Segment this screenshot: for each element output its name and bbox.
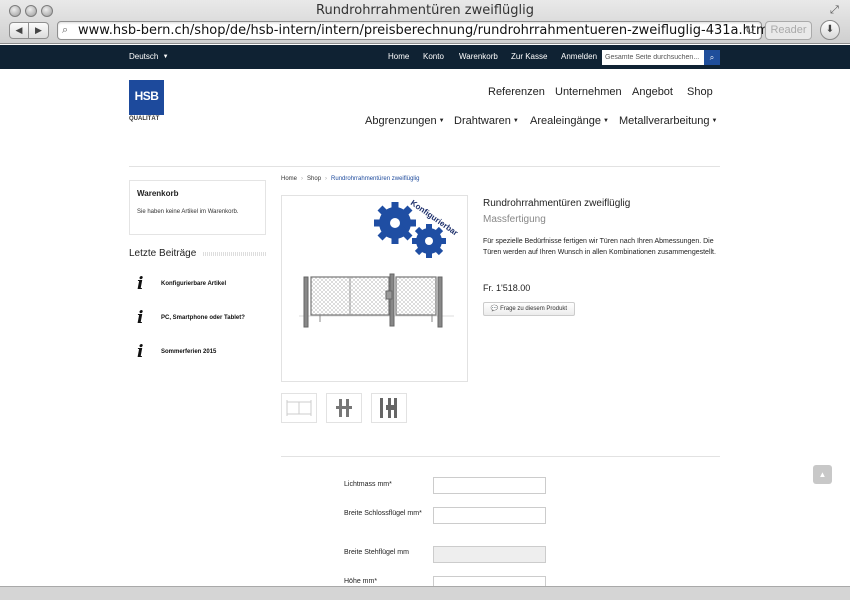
product-price: Fr. 1'518.00: [483, 283, 531, 293]
post-title[interactable]: Sommerferien 2015: [161, 349, 216, 355]
subnav-abgrenzungen[interactable]: Abgrenzungen ▼: [365, 115, 445, 127]
field-label-lichtmass: Lichtmass mm*: [344, 481, 392, 488]
gate-illustration: Konfigurierbar: [299, 198, 460, 328]
caret-down-icon: ▼: [711, 118, 718, 125]
subnav-arealeingaenge[interactable]: Arealeingänge ▼: [530, 115, 609, 127]
post-item[interactable]: i Sommerferien 2015: [129, 342, 266, 362]
post-item[interactable]: i Konfigurierbare Artikel: [129, 274, 266, 294]
site-search-button[interactable]: ⌕: [704, 50, 720, 65]
product-thumbnail[interactable]: [371, 393, 407, 423]
header-divider: [129, 166, 720, 167]
breadcrumb-home[interactable]: Home: [281, 176, 297, 182]
breadcrumb-shop[interactable]: Shop: [307, 176, 321, 182]
subnav-drahtwaren[interactable]: Drahtwaren ▼: [454, 115, 519, 127]
info-icon: i: [137, 308, 144, 328]
mainnav-references[interactable]: Referenzen: [488, 86, 545, 98]
post-title[interactable]: Konfigurierbare Artikel: [161, 281, 226, 287]
site-top-bar: Deutsch ▼ Home Konto Warenkorb Zur Kasse…: [0, 45, 850, 69]
scroll-to-top-button[interactable]: ▲: [813, 465, 832, 484]
field-label-schlossfluegel: Breite Schlossflügel mm*: [344, 510, 422, 517]
schlossfluegel-width-input[interactable]: [433, 507, 546, 524]
gear-icon: [374, 202, 416, 244]
topnav-login[interactable]: Anmelden: [561, 52, 597, 61]
subnav-label: Metallverarbeitung: [619, 115, 710, 127]
hsb-logo[interactable]: HSB: [129, 80, 164, 115]
subnav-label: Drahtwaren: [454, 115, 511, 127]
mainnav-shop[interactable]: Shop: [687, 86, 713, 98]
chevron-left-icon: ◀: [15, 25, 23, 35]
search-icon: ⌕: [709, 53, 715, 62]
back-button[interactable]: ◀: [9, 22, 29, 39]
breadcrumb-separator: ›: [325, 176, 328, 182]
window-title: Rundrohrrahmentüren zweiflüglig: [316, 3, 534, 18]
field-label-stehfluegel: Breite Stehflügel mm: [344, 549, 409, 556]
comment-icon: 💬: [490, 306, 499, 312]
cart-title: Warenkorb: [137, 189, 179, 198]
topnav-home[interactable]: Home: [388, 52, 409, 61]
info-icon: i: [137, 342, 144, 362]
breadcrumb: Home › Shop › Rundrohrrahmentüren zweiflügli…: [281, 176, 419, 182]
reader-button[interactable]: Reader: [765, 21, 812, 40]
logo-subtext: QUALITÄT: [129, 116, 160, 122]
logo-text: HSB: [134, 89, 159, 103]
chevron-right-icon: ▶: [35, 25, 42, 35]
subnav-label: Arealeingänge: [530, 115, 601, 127]
post-title[interactable]: PC, Smartphone oder Tablet?: [161, 315, 245, 321]
topnav-account[interactable]: Konto: [423, 52, 444, 61]
mainnav-company[interactable]: Unternehmen: [555, 86, 622, 98]
site-search-input[interactable]: [602, 50, 704, 65]
gate-outline-thumb: [286, 400, 312, 416]
product-title: Rundrohrrahmentüren zweiflüglig: [483, 198, 631, 209]
topnav-checkout[interactable]: Zur Kasse: [511, 52, 547, 61]
stehfluegel-width-input: [433, 546, 546, 563]
info-icon: i: [137, 274, 144, 294]
subnav-metallverarbeitung[interactable]: Metallverarbeitung ▼: [619, 115, 717, 127]
ask-question-button[interactable]: 💬 Frage zu diesem Produkt: [483, 302, 575, 316]
product-main-image[interactable]: Konfigurierbar: [281, 195, 468, 382]
recent-posts-divider: [203, 252, 266, 256]
product-subtitle: Massfertigung: [483, 214, 546, 225]
product-description: Für spezielle Bedürfnisse fertigen wir T…: [483, 238, 716, 256]
post-item[interactable]: i PC, Smartphone oder Tablet?: [129, 308, 266, 328]
browser-toolbar: Rundrohrrahmentüren zweiflüglig ⤢ ◀ ▶ ⌕ …: [0, 0, 850, 44]
browser-window: Rundrohrrahmentüren zweiflüglig ⤢ ◀ ▶ ⌕ …: [0, 0, 850, 600]
search-icon: ⌕: [62, 24, 69, 36]
forward-button[interactable]: ▶: [29, 22, 49, 39]
ask-question-label: Frage zu diesem Produkt: [500, 306, 568, 312]
reload-icon[interactable]: ↻: [745, 23, 755, 37]
sidebar-cart-box: Warenkorb Sie haben keine Artikel im War…: [129, 180, 266, 235]
mainnav-offer[interactable]: Angebot: [632, 86, 673, 98]
fullscreen-icon[interactable]: ⤢: [830, 4, 842, 16]
download-icon[interactable]: ⬇: [820, 20, 840, 40]
caret-down-icon: ▼: [162, 53, 169, 60]
gate-detail-thumb: [336, 399, 352, 417]
address-bar[interactable]: ⌕ www.hsb-bern.ch/shop/de/hsb-intern/int…: [57, 21, 772, 40]
recent-posts-title: Letzte Beiträge: [129, 248, 197, 259]
subnav-label: Abgrenzungen: [365, 115, 437, 127]
url-text[interactable]: www.hsb-bern.ch/shop/de/hsb-intern/inter…: [78, 23, 772, 38]
caret-down-icon: ▼: [512, 118, 519, 125]
product-thumbnail[interactable]: [326, 393, 362, 423]
caret-down-icon: ▼: [438, 118, 445, 125]
language-selector[interactable]: Deutsch ▼: [129, 52, 169, 61]
gate-drawing: [299, 273, 454, 328]
gate-lock-thumb: [380, 398, 397, 418]
caret-down-icon: ▼: [602, 118, 609, 125]
window-bottom-edge: [0, 586, 850, 600]
breadcrumb-current: Rundrohrrahmentüren zweiflüglig: [331, 176, 420, 182]
product-thumbnail[interactable]: [281, 393, 317, 423]
section-divider: [281, 456, 720, 457]
lichtmass-input[interactable]: [433, 477, 546, 494]
topnav-cart[interactable]: Warenkorb: [459, 52, 498, 61]
cart-empty-text: Sie haben keine Artikel im Warenkorb.: [137, 209, 239, 215]
gear-icon: [412, 224, 446, 258]
breadcrumb-separator: ›: [301, 176, 304, 182]
chevron-up-icon: ▲: [818, 470, 827, 479]
language-label: Deutsch: [129, 52, 159, 61]
